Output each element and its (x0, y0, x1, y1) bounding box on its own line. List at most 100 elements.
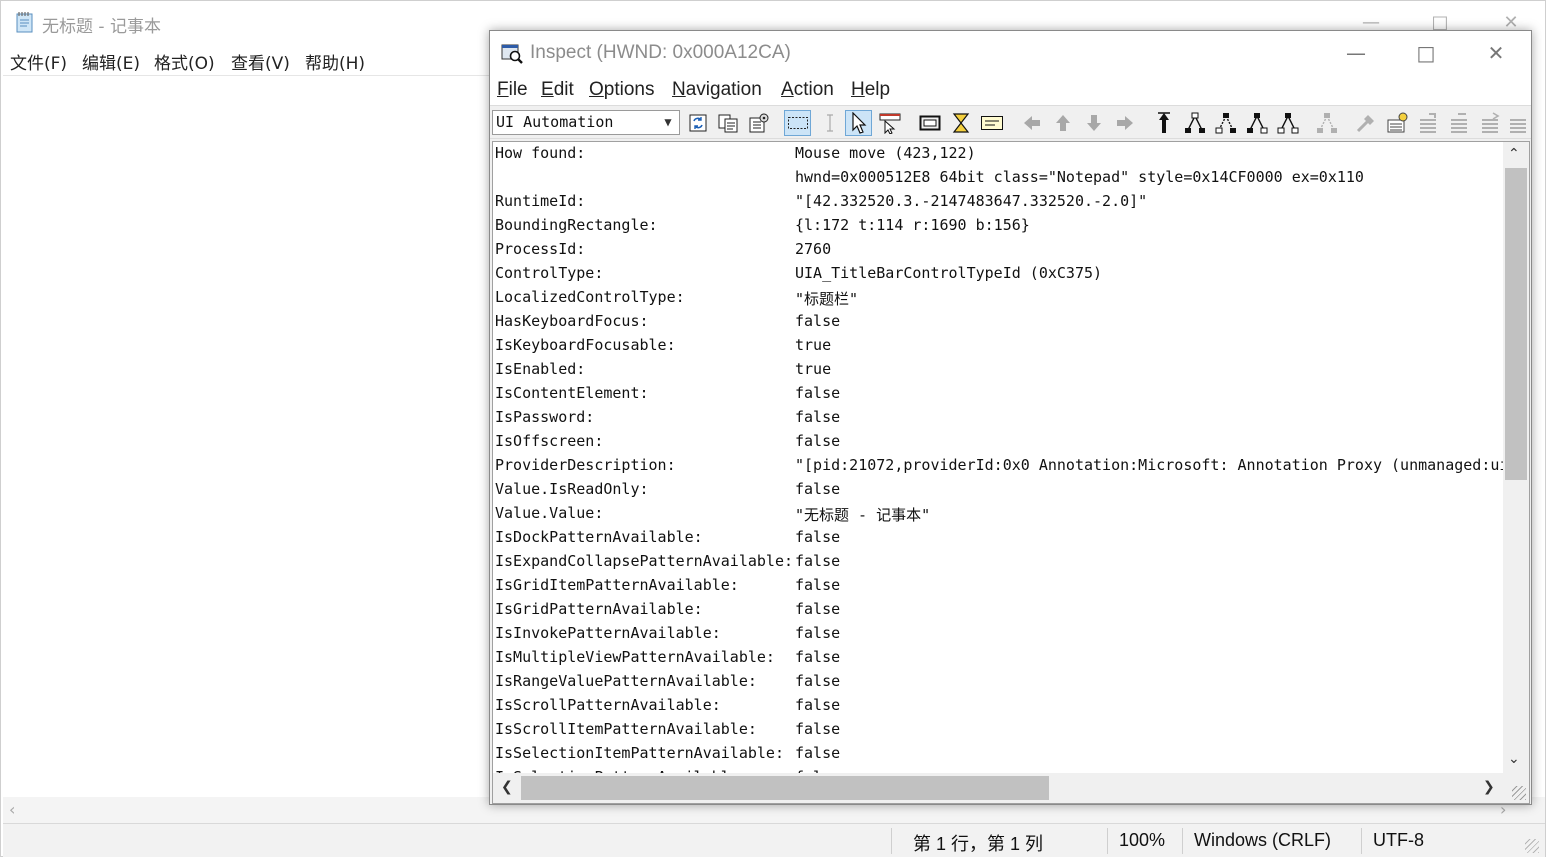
copy-icon[interactable] (714, 110, 741, 136)
property-row[interactable]: IsScrollItemPatternAvailable: false (495, 718, 1503, 742)
tree-last-child-icon[interactable] (1274, 110, 1301, 136)
watch-focus-icon[interactable] (877, 110, 904, 136)
resize-grip[interactable] (1501, 773, 1529, 803)
horizontal-scrollbar[interactable]: ❮ ❯ (493, 773, 1503, 803)
property-row[interactable]: How found: Mouse move (423,122) (495, 142, 1503, 166)
resize-grip-icon[interactable] (1525, 839, 1539, 853)
nav-parent-icon[interactable] (1049, 110, 1076, 136)
property-row[interactable]: IsEnabled: true (495, 358, 1503, 382)
property-row[interactable]: IsMultipleViewPatternAvailable: false (495, 646, 1503, 670)
resize-grip-icon[interactable] (1512, 786, 1526, 800)
watch-caret-icon[interactable] (947, 110, 974, 136)
show-tooltip-icon[interactable] (978, 110, 1005, 136)
property-value: false (795, 408, 841, 426)
watch-tray-icon[interactable] (916, 110, 943, 136)
property-row[interactable]: ControlType: UIA_TitleBarControlTypeId (0… (495, 262, 1503, 286)
action-list-3-icon[interactable] (1476, 110, 1503, 136)
property-row[interactable]: IsGridItemPatternAvailable: false (495, 574, 1503, 598)
property-row[interactable]: ProcessId: 2760 (495, 238, 1503, 262)
tree-disabled-icon[interactable] (1313, 110, 1340, 136)
property-row[interactable]: IsPassword: false (495, 406, 1503, 430)
close-icon[interactable]: ✕ (1478, 39, 1514, 67)
property-row[interactable]: IsInvokePatternAvailable: false (495, 622, 1503, 646)
property-row[interactable]: IsGridPatternAvailable: false (495, 598, 1503, 622)
property-value: "无标题 - 记事本" (795, 506, 931, 524)
property-row[interactable]: BoundingRectangle: {l:172 t:114 r:1690 b:… (495, 214, 1503, 238)
action-list-4-icon[interactable] (1504, 110, 1531, 136)
menu-options[interactable]: Options (589, 79, 654, 101)
property-row[interactable]: IsDockPatternAvailable: false (495, 526, 1503, 550)
nav-root-icon[interactable] (1150, 110, 1177, 136)
action-list-1-icon[interactable] (1414, 110, 1441, 136)
text-cursor-icon[interactable] (816, 110, 843, 136)
minimize-icon[interactable]: — (1338, 39, 1374, 67)
notepad-text-area[interactable] (3, 75, 491, 797)
nav-child-icon[interactable] (1080, 110, 1107, 136)
scroll-down-icon[interactable]: ⌄ (1508, 751, 1520, 767)
menu-action[interactable]: Action (781, 79, 834, 101)
property-value: "[pid:21072,providerId:0x0 Annotation:Mi… (795, 456, 1503, 474)
scroll-up-icon[interactable]: ⌃ (1508, 146, 1520, 162)
tree-first-child-icon[interactable] (1212, 110, 1239, 136)
property-row[interactable]: IsContentElement: false (495, 382, 1503, 406)
menu-view[interactable]: 查看(V) (231, 49, 290, 74)
notepad-title: 无标题 - 记事本 (42, 17, 161, 37)
vertical-scrollbar[interactable]: ⌃ ⌄ (1503, 142, 1529, 775)
property-row[interactable]: IsExpandCollapsePatternAvailable: false (495, 550, 1503, 574)
watch-cursor-icon[interactable] (845, 110, 872, 136)
menu-format[interactable]: 格式(O) (154, 49, 215, 74)
property-name: RuntimeId: (495, 192, 586, 210)
property-value: false (795, 600, 841, 618)
menu-file[interactable]: File (497, 79, 528, 101)
property-row[interactable]: hwnd=0x000512E8 64bit class="Notepad" st… (495, 166, 1503, 190)
property-row[interactable]: IsOffscreen: false (495, 430, 1503, 454)
status-position: 第 1 行，第 1 列 (913, 834, 1044, 854)
property-row[interactable]: HasKeyboardFocus: false (495, 310, 1503, 334)
action-list-2-icon[interactable] (1445, 110, 1472, 136)
property-row[interactable]: ProviderDescription: "[pid:21072,provider… (495, 454, 1503, 478)
menu-help[interactable]: 帮助(H) (305, 49, 365, 74)
menu-file[interactable]: 文件(F) (10, 49, 67, 74)
chevron-down-icon[interactable]: ▼ (659, 112, 677, 133)
menu-edit[interactable]: 编辑(E) (82, 49, 140, 74)
property-value: UIA_TitleBarControlTypeId (0xC375) (795, 264, 1103, 282)
mode-select[interactable]: UI Automation ▼ (492, 110, 680, 135)
property-row[interactable]: RuntimeId: "[42.332520.3.-2147483647.3325… (495, 190, 1503, 214)
property-value: false (795, 744, 841, 762)
property-value: false (795, 720, 841, 738)
properties-panel[interactable]: How found: Mouse move (423,122) hwnd=0x000… (492, 141, 1530, 804)
action-invoke-icon[interactable] (1352, 110, 1379, 136)
vertical-scroll-thumb[interactable] (1505, 168, 1527, 480)
property-row[interactable]: IsRangeValuePatternAvailable: false (495, 670, 1503, 694)
inspect-titlebar[interactable]: Inspect (HWND: 0x000A12CA) — □ ✕ (490, 31, 1531, 75)
property-row[interactable]: Value.Value: "无标题 - 记事本" (495, 502, 1503, 526)
properties-list: How found: Mouse move (423,122) hwnd=0x000… (493, 142, 1503, 775)
property-row[interactable]: LocalizedControlType: "标题栏" (495, 286, 1503, 310)
action-add-icon[interactable] (1383, 110, 1410, 136)
scroll-right-icon[interactable]: ❯ (1483, 779, 1495, 795)
settings-icon[interactable] (745, 110, 772, 136)
property-value: false (795, 648, 841, 666)
refresh-icon[interactable] (684, 110, 711, 136)
menu-help[interactable]: Help (851, 79, 890, 101)
tree-next-sibling-icon[interactable] (1243, 110, 1270, 136)
horizontal-scroll-thumb[interactable] (521, 776, 1049, 800)
scroll-left-icon[interactable]: ❮ (501, 779, 513, 795)
maximize-icon[interactable]: □ (1408, 39, 1444, 67)
property-row[interactable]: IsKeyboardFocusable: true (495, 334, 1503, 358)
property-name: ProviderDescription: (495, 456, 676, 474)
property-row[interactable]: IsSelectionItemPatternAvailable: false (495, 742, 1503, 766)
inspect-toolbar: UI Automation ▼ (490, 105, 1531, 139)
show-highlight-rectangle-icon[interactable] (784, 110, 811, 136)
property-row[interactable]: IsScrollPatternAvailable: false (495, 694, 1503, 718)
nav-previous-icon[interactable] (1018, 110, 1045, 136)
tree-parent-icon[interactable] (1181, 110, 1208, 136)
nav-next-icon[interactable] (1111, 110, 1138, 136)
notepad-menubar: 文件(F) 编辑(E) 格式(O) 查看(V) 帮助(H) (1, 45, 491, 75)
property-name: IsInvokePatternAvailable: (495, 624, 721, 642)
property-name: IsExpandCollapsePatternAvailable: (495, 552, 794, 570)
scroll-left-icon[interactable]: ‹ (9, 800, 15, 819)
property-row[interactable]: Value.IsReadOnly: false (495, 478, 1503, 502)
menu-navigation[interactable]: Navigation (672, 79, 762, 101)
menu-edit[interactable]: Edit (541, 79, 574, 101)
